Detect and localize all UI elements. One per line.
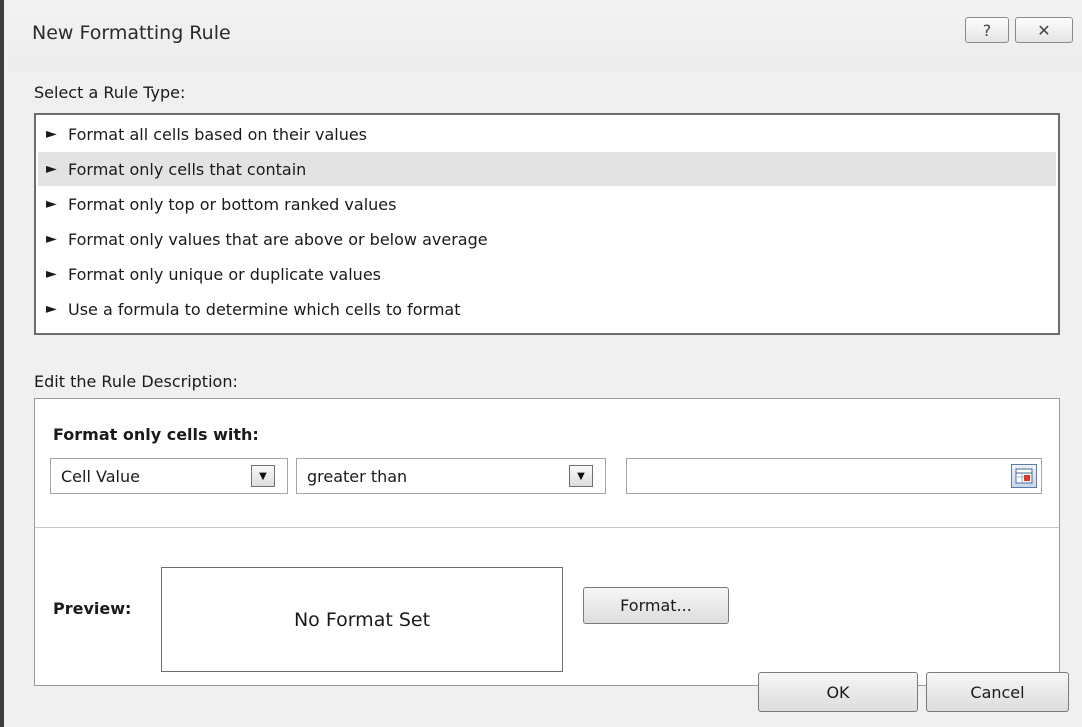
operator-value: greater than [307, 467, 408, 486]
rule-type-label: Format only unique or duplicate values [68, 264, 381, 284]
arrow-right-icon: ► [46, 231, 57, 247]
arrow-right-icon: ► [46, 196, 57, 212]
format-cells-with-heading: Format only cells with: [53, 425, 259, 444]
title-bar[interactable]: New Formatting Rule ? ✕ [8, 0, 1082, 72]
help-icon: ? [982, 20, 992, 40]
rule-type-item[interactable]: ► Format only values that are above or b… [38, 222, 1056, 256]
rule-type-label: Use a formula to determine which cells t… [68, 299, 461, 319]
help-button[interactable]: ? [965, 17, 1009, 43]
format-button-label: Format... [620, 596, 692, 615]
arrow-right-icon: ► [46, 301, 57, 317]
arrow-right-icon: ► [46, 266, 57, 282]
rule-type-label: Format only values that are above or bel… [68, 229, 488, 249]
rule-type-item[interactable]: ► Use a formula to determine which cells… [38, 292, 1056, 326]
arrow-right-icon: ► [46, 161, 57, 177]
ok-button[interactable]: OK [758, 672, 918, 712]
divider [35, 527, 1059, 528]
rule-description-panel: Format only cells with: Cell Value ▼ gre… [34, 398, 1060, 686]
arrow-right-icon: ► [46, 126, 57, 142]
rule-type-item[interactable]: ► Format only unique or duplicate values [38, 257, 1056, 291]
cancel-button-label: Cancel [970, 682, 1025, 702]
condition-type-value: Cell Value [61, 467, 140, 486]
rule-type-item-selected[interactable]: ► Format only cells that contain [38, 152, 1056, 186]
preview-label: Preview: [53, 599, 132, 618]
select-rule-type-label: Select a Rule Type: [34, 83, 186, 102]
close-icon: ✕ [1037, 20, 1051, 40]
range-picker-button[interactable] [1011, 464, 1037, 488]
rule-type-list[interactable]: ► Format all cells based on their values… [34, 113, 1060, 335]
format-button[interactable]: Format... [583, 587, 729, 624]
rule-type-label: Format all cells based on their values [68, 124, 368, 144]
ok-button-label: OK [826, 682, 850, 702]
close-button[interactable]: ✕ [1015, 17, 1073, 43]
rule-type-label: Format only cells that contain [68, 159, 307, 179]
new-formatting-rule-dialog: New Formatting Rule ? ✕ Select a Rule Ty… [0, 0, 1082, 727]
value-input[interactable] [626, 458, 1042, 494]
chevron-down-icon[interactable]: ▼ [251, 465, 275, 487]
condition-type-select[interactable]: Cell Value ▼ [50, 458, 288, 494]
rule-type-item[interactable]: ► Format only top or bottom ranked value… [38, 187, 1056, 221]
operator-select[interactable]: greater than ▼ [296, 458, 606, 494]
chevron-down-icon[interactable]: ▼ [569, 465, 593, 487]
preview-text: No Format Set [293, 608, 431, 631]
rule-type-item[interactable]: ► Format all cells based on their values [38, 117, 1056, 151]
collapse-dialog-icon [1015, 468, 1033, 484]
rule-type-label: Format only top or bottom ranked values [68, 194, 397, 214]
dialog-title: New Formatting Rule [32, 22, 231, 44]
cancel-button[interactable]: Cancel [926, 672, 1069, 712]
edit-rule-description-label: Edit the Rule Description: [34, 372, 238, 391]
format-preview: No Format Set [161, 567, 563, 672]
